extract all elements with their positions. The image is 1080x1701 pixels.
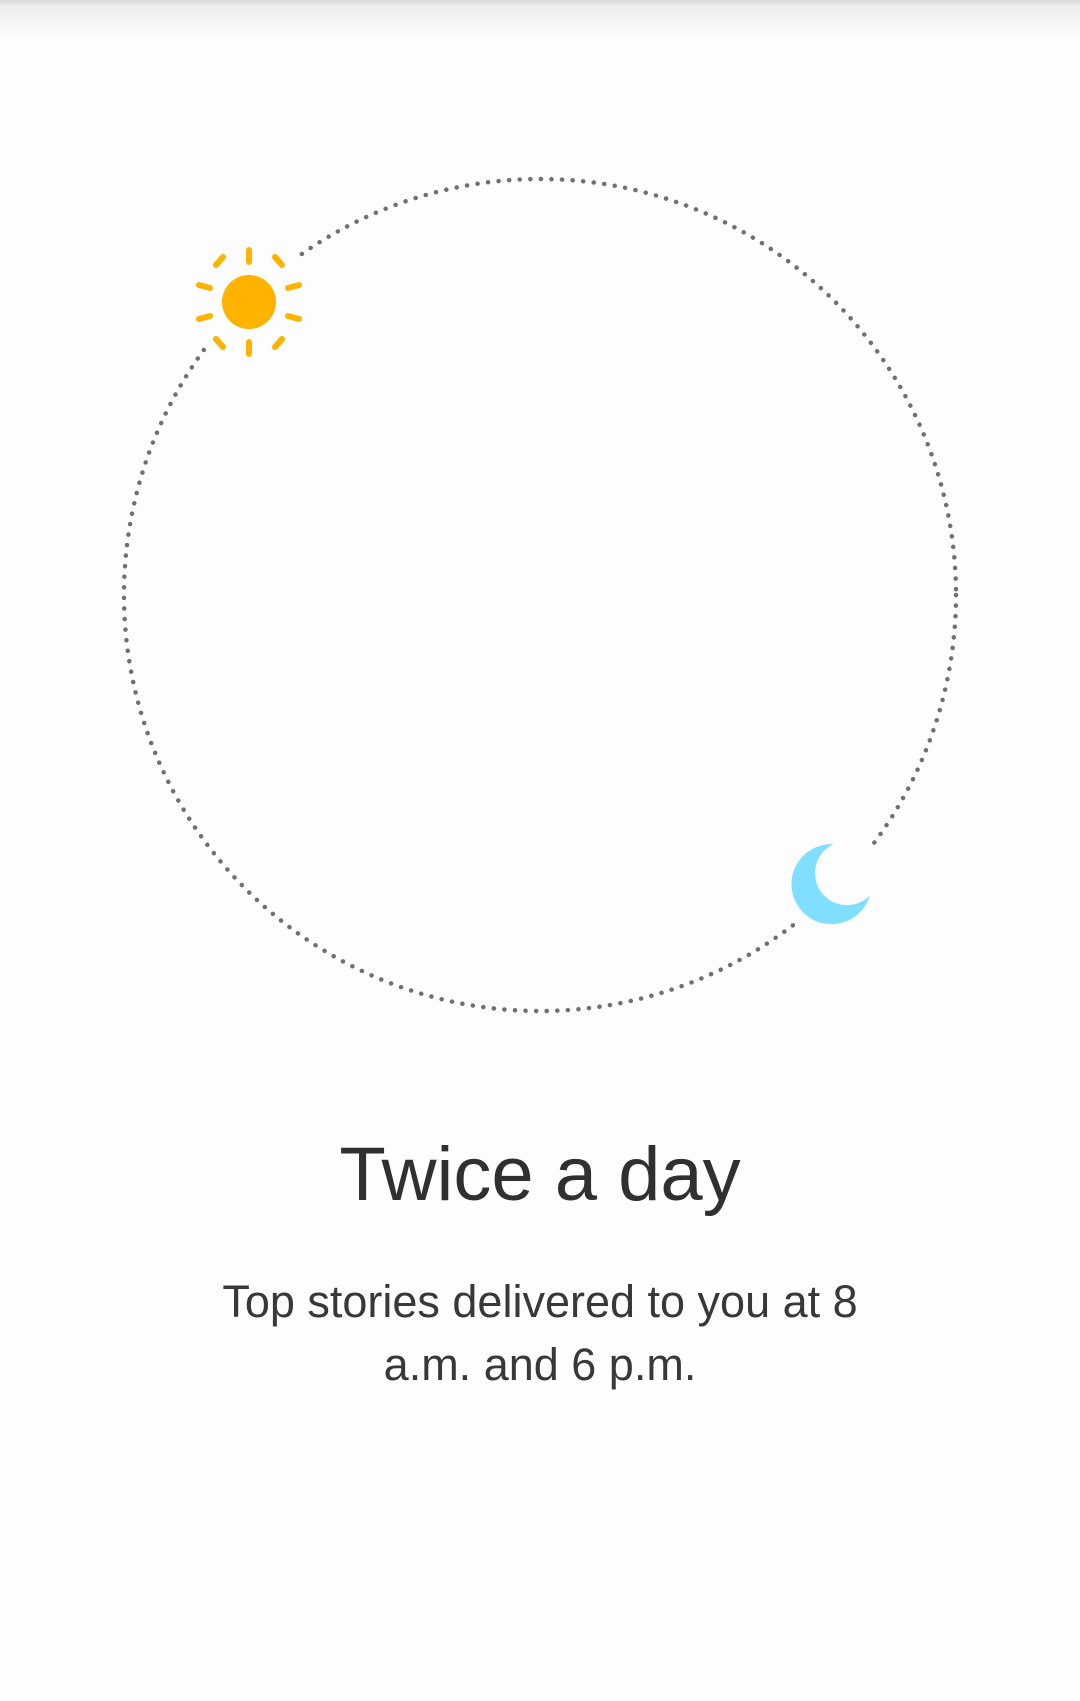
sun-icon bbox=[185, 238, 313, 366]
day-cycle-illustration bbox=[121, 176, 959, 1014]
page-description: Top stories delivered to you at 8 a.m. a… bbox=[222, 1276, 858, 1390]
page-title: Twice a day bbox=[339, 1132, 741, 1217]
moon-icon bbox=[777, 827, 887, 937]
